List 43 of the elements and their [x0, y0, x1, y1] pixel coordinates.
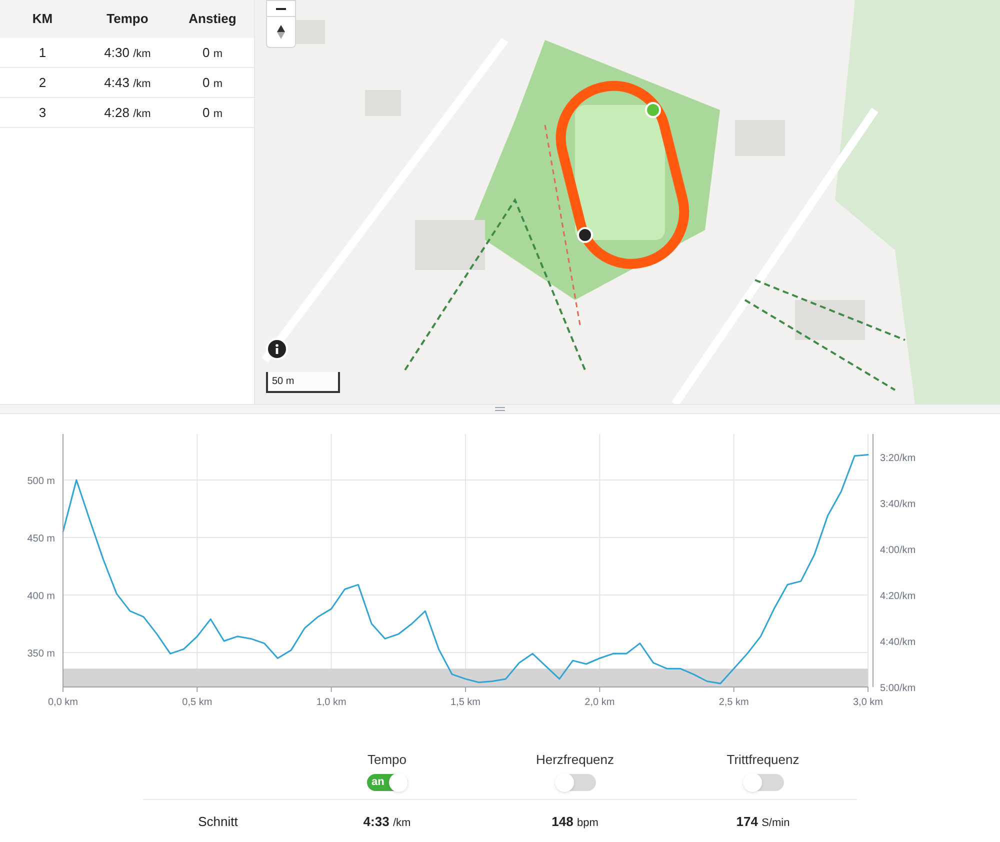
y-tick-label: 400 m [27, 591, 55, 602]
y-tick-label: 4:20/km [880, 591, 916, 602]
info-icon [275, 344, 279, 354]
column-header: KM [31, 10, 54, 28]
x-tick-label: 1,0 km [316, 697, 346, 708]
column-header: Anstieg [188, 10, 238, 28]
y-tick-label: 3:40/km [880, 499, 916, 510]
x-tick-label: 0,5 km [182, 697, 212, 708]
x-tick-label: 2,5 km [718, 697, 749, 708]
y-tick-label: 3:20/km [880, 453, 916, 464]
metric-label: Trittfrequenz [726, 751, 800, 769]
average-value: 174 S/min [735, 812, 791, 830]
x-tick-label: 3,0 km [853, 697, 883, 708]
table-cell-text: 3 [38, 104, 48, 122]
row-label: Schnitt [197, 812, 239, 830]
y-tick-label: 4:00/km [880, 545, 916, 556]
table-cell-text: 4:28 /km [103, 104, 152, 122]
column-header: Tempo [106, 10, 150, 28]
resize-handle[interactable] [495, 407, 505, 411]
table-cell-text: 4:43 /km [103, 74, 152, 92]
x-tick-label: 2,0 km [584, 697, 615, 708]
average-value: 4:33 /km [362, 812, 412, 830]
average-value: 148 bpm [550, 812, 600, 830]
metric-label: Tempo [367, 751, 407, 769]
map-scale: 50 m [266, 372, 340, 393]
table-cell-text: 1 [38, 44, 48, 62]
toggle-switch[interactable] [554, 774, 596, 790]
y-tick-label: 500 m [27, 476, 55, 487]
y-tick-label: 5:00/km [880, 683, 916, 694]
table-cell-text: 4:30 /km [103, 44, 152, 62]
y-tick-label: 350 m [27, 648, 55, 660]
toggle-switch[interactable]: an [366, 774, 408, 790]
table-cell-text: 0 m [201, 44, 224, 62]
metric-label: Herzfrequenz [536, 751, 614, 769]
table-cell-text: 0 m [201, 104, 224, 122]
y-tick-label: 4:40/km [880, 637, 916, 648]
y-tick-label: 450 m [27, 534, 55, 544]
table-cell-text: 0 m [201, 74, 224, 92]
x-tick-label: 1,5 km [450, 697, 480, 708]
compass-icon [276, 24, 286, 40]
table-cell-text: 2 [38, 74, 48, 92]
x-tick-label: 0,0 km [48, 697, 78, 708]
toggle-switch[interactable] [742, 774, 784, 790]
